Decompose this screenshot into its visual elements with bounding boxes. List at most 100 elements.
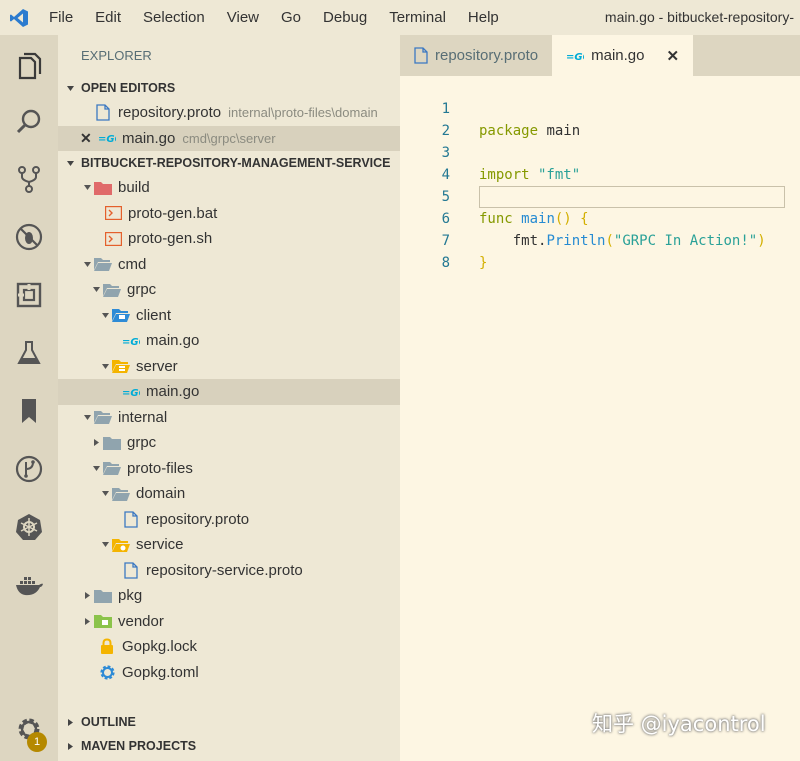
tree-folder-vendor[interactable]: vendor (58, 609, 400, 635)
tree-file-lock[interactable]: Gopkg.lock (58, 634, 400, 660)
tree-label: service (136, 536, 184, 554)
tree-folder-internal[interactable]: internal (58, 405, 400, 431)
folder-closed-icon (94, 587, 112, 605)
tree-label: proto-files (127, 459, 193, 477)
file-icon (94, 104, 112, 122)
explorer-icon[interactable] (0, 37, 58, 95)
code-line: 7 } (400, 208, 800, 271)
menu-bar: File Edit Selection View Go Debug Termin… (38, 0, 510, 35)
tree-label: build (118, 179, 150, 197)
tree-label: repository.proto (146, 510, 250, 528)
menu-terminal[interactable]: Terminal (378, 0, 457, 35)
tree-file-toml[interactable]: Gopkg.toml (58, 660, 400, 686)
folder-open-icon (94, 408, 112, 426)
svg-text:=GO: =GO (566, 52, 584, 61)
maven-projects-header[interactable]: MAVEN PROJECTS (58, 734, 400, 758)
tree-folder-domain[interactable]: domain (58, 481, 400, 507)
tree-label: repository-service.proto (146, 561, 303, 579)
code-line: 4 (400, 142, 800, 183)
project-header[interactable]: BITBUCKET-REPOSITORY-MANAGEMENT-SERVICE (58, 151, 400, 175)
folder-service-icon (112, 536, 130, 554)
chevron-right-icon (66, 718, 81, 727)
menu-go[interactable]: Go (270, 0, 312, 35)
tree-label: main.go (146, 383, 200, 401)
search-icon[interactable] (0, 93, 58, 151)
folder-vendor-icon (94, 612, 112, 630)
chevron-down-icon (98, 362, 112, 371)
tree-label: Gopkg.lock (122, 638, 198, 656)
tree-folder-grpc[interactable]: grpc (58, 277, 400, 303)
go-icon: =GO (122, 383, 140, 401)
test-flask-icon[interactable] (0, 324, 58, 382)
chevron-down-icon (98, 540, 112, 549)
tree-label: grpc (127, 434, 157, 452)
menu-help[interactable]: Help (457, 0, 510, 35)
outline-header[interactable]: OUTLINE (58, 710, 400, 734)
gear-icon[interactable] (0, 700, 58, 758)
tree-label: Gopkg.toml (122, 663, 199, 681)
chevron-right-icon (80, 617, 94, 626)
menu-view[interactable]: View (216, 0, 270, 35)
open-editor-name: main.go (122, 129, 176, 147)
menu-selection[interactable]: Selection (132, 0, 216, 35)
go-icon: =GO (566, 51, 584, 61)
menu-debug[interactable]: Debug (312, 0, 378, 35)
tree-folder-build[interactable]: build (58, 175, 400, 201)
bookmark-icon[interactable] (0, 382, 58, 440)
folder-open-icon (103, 459, 121, 477)
shell-file-icon (104, 230, 122, 248)
kubernetes-icon[interactable] (0, 498, 58, 556)
chevron-right-icon (80, 591, 94, 600)
svg-text:=GO: =GO (122, 337, 140, 346)
debug-icon[interactable] (0, 208, 58, 266)
open-editor-item[interactable]: repository.proto internal\proto-files\do… (58, 100, 400, 126)
tab-main-go[interactable]: =GO main.go ✕ (552, 35, 694, 76)
editor-tabs: repository.proto =GO main.go ✕ (400, 35, 800, 76)
tree-file-go[interactable]: =GO main.go (58, 328, 400, 354)
tab-repository-proto[interactable]: repository.proto (400, 35, 552, 76)
docker-icon[interactable] (0, 556, 58, 614)
close-icon[interactable]: ✕ (80, 130, 98, 147)
svg-text:=GO: =GO (122, 388, 140, 397)
tree-folder-cmd[interactable]: cmd (58, 252, 400, 278)
tree-file[interactable]: proto-gen.sh (58, 226, 400, 252)
menu-file[interactable]: File (38, 0, 84, 35)
sidebar-title: EXPLORER (81, 48, 152, 63)
tree-label: cmd (118, 255, 147, 273)
tree-label: vendor (118, 612, 164, 630)
code-line: 6 fmt.Println("GRPC In Action!") (400, 186, 800, 249)
menu-edit[interactable]: Edit (84, 0, 132, 35)
tree-folder-client[interactable]: client (58, 303, 400, 329)
file-icon (414, 47, 428, 64)
line-number: 8 (441, 255, 450, 271)
tree-folder-grpc-internal[interactable]: grpc (58, 430, 400, 456)
code-line: 1 package main (400, 76, 800, 139)
tree-file-go-selected[interactable]: =GO main.go (58, 379, 400, 405)
folder-server-icon (112, 357, 130, 375)
title-bar: File Edit Selection View Go Debug Termin… (0, 0, 800, 35)
tree-file-proto[interactable]: repository.proto (58, 507, 400, 533)
git-branch-icon[interactable] (0, 440, 58, 498)
tree-folder-pkg[interactable]: pkg (58, 583, 400, 609)
tree-folder-service[interactable]: service (58, 532, 400, 558)
source-control-icon[interactable] (0, 150, 58, 208)
code-editor[interactable]: 1 package main 2 3 import "fmt" 4 5 func… (400, 76, 800, 761)
outline-label: OUTLINE (81, 715, 136, 729)
go-icon: =GO (98, 129, 116, 147)
tree-file-proto[interactable]: repository-service.proto (58, 558, 400, 584)
tree-folder-server[interactable]: server (58, 354, 400, 380)
open-editors-header[interactable]: OPEN EDITORS (58, 76, 400, 100)
extensions-icon[interactable] (0, 266, 58, 324)
shell-file-icon (104, 204, 122, 222)
chevron-down-icon (66, 159, 81, 168)
tree-file[interactable]: proto-gen.bat (58, 201, 400, 227)
open-editor-path: cmd\grpc\server (182, 130, 276, 146)
code-line: 5 func main() { (400, 164, 800, 227)
tab-close-button[interactable]: ✕ (666, 47, 679, 65)
activity-bar (0, 35, 58, 761)
tree-folder-proto-files[interactable]: proto-files (58, 456, 400, 482)
tree-label: proto-gen.sh (128, 230, 213, 248)
open-editor-item-active[interactable]: ✕ =GO main.go cmd\grpc\server (58, 125, 400, 151)
lock-icon (98, 638, 116, 656)
chevron-down-icon (80, 413, 94, 422)
